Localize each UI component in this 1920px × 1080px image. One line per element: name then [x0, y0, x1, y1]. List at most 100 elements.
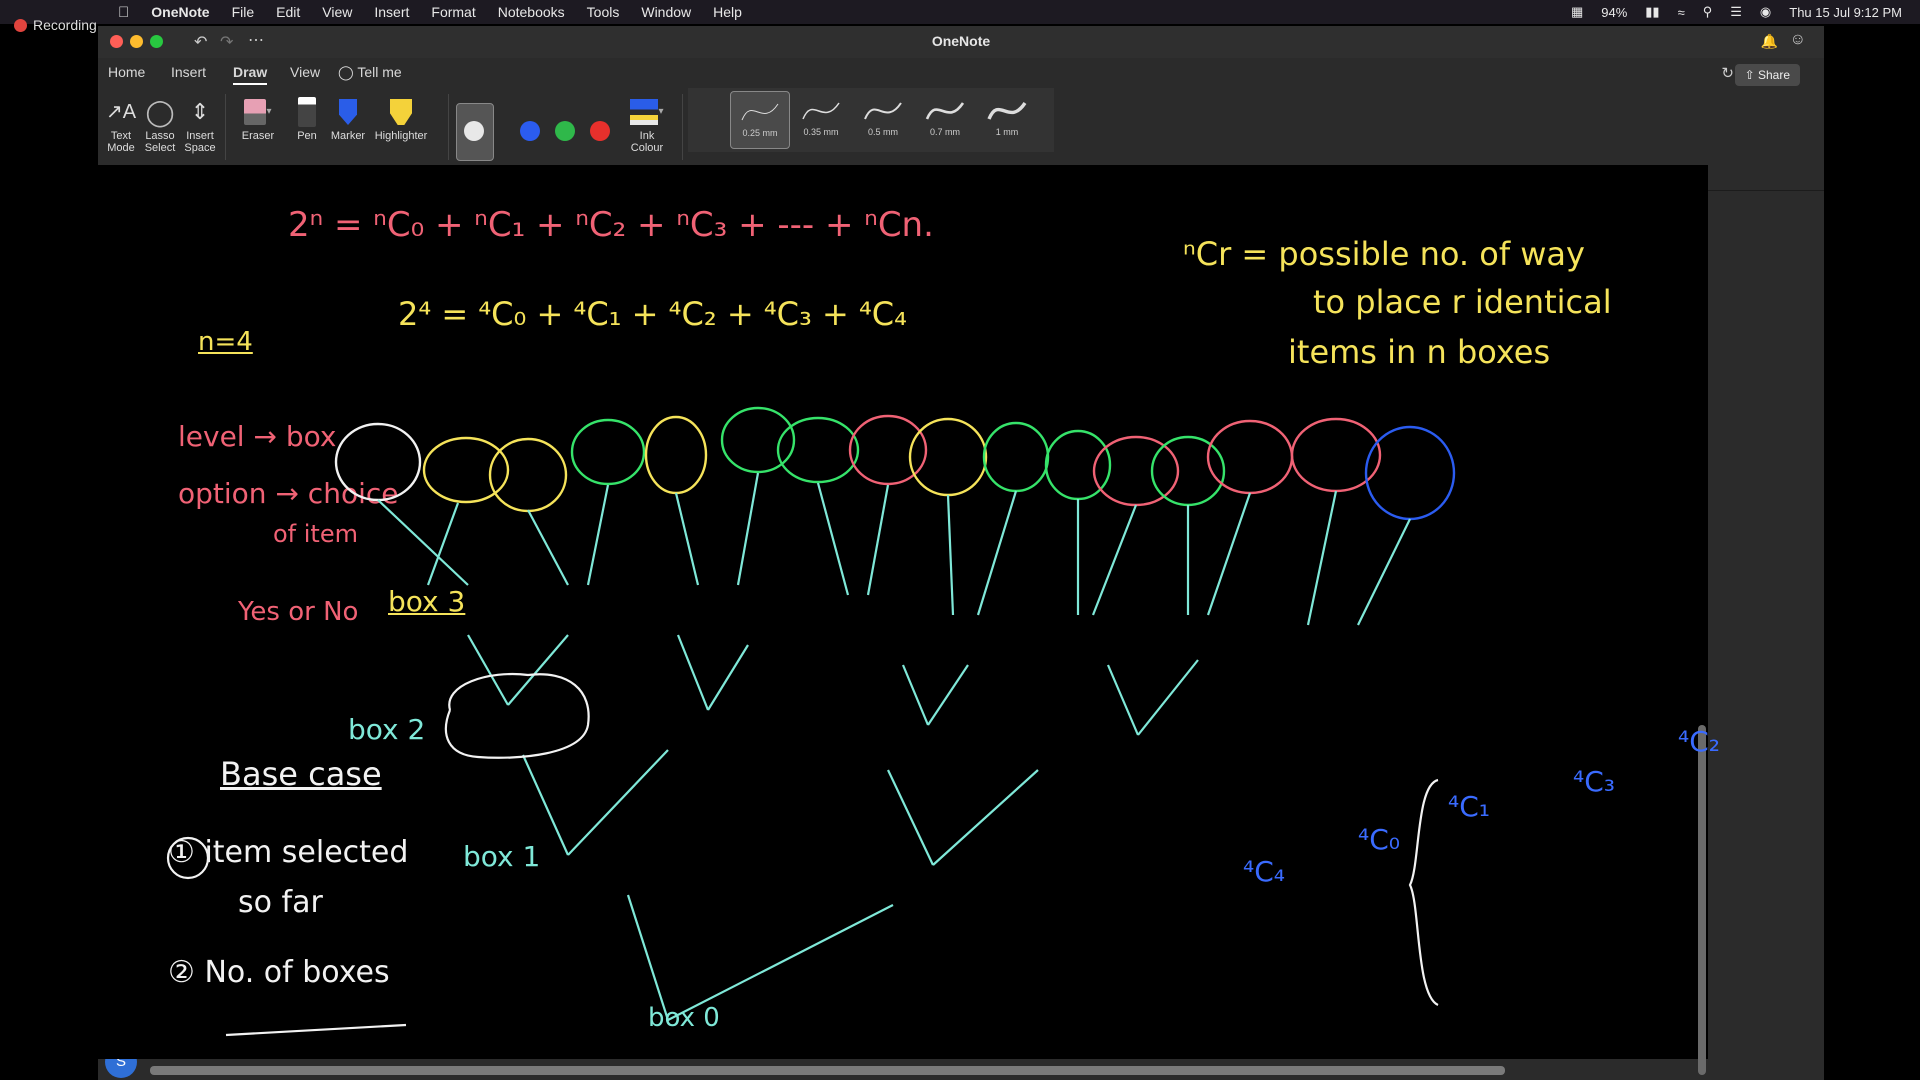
- ink-4c0-label: ⁴C₀: [1358, 823, 1400, 856]
- ink-ellipse: [1290, 417, 1382, 493]
- ink-ellipse: [422, 436, 510, 504]
- horizontal-scrollbar[interactable]: [150, 1066, 1505, 1075]
- ink-ellipse: [1206, 419, 1294, 495]
- page-canvas[interactable]: 2ⁿ = ⁿC₀ + ⁿC₁ + ⁿC₂ + ⁿC₃ + --- + ⁿCn. …: [48, 165, 1720, 1075]
- ink-line: [816, 482, 850, 596]
- ink-box-0: box 0: [648, 1003, 720, 1033]
- ink-ellipse: [488, 437, 568, 513]
- feedback-smiley-icon[interactable]: ☺: [1790, 31, 1806, 49]
- lasso-icon: ◯: [145, 97, 175, 127]
- marker-button[interactable]: Marker: [328, 94, 368, 142]
- tab-view[interactable]: View: [290, 64, 320, 80]
- insert-space-button[interactable]: ⇕ Insert Space: [182, 94, 218, 155]
- notification-bell-icon[interactable]: 🔔: [1761, 33, 1778, 50]
- width-label: 0.35 mm: [803, 127, 839, 137]
- ink-ellipse: [908, 417, 988, 497]
- width-0-25mm[interactable]: 0.25 mm: [730, 91, 790, 149]
- menu-help[interactable]: Help: [713, 4, 742, 20]
- tab-insert[interactable]: Insert: [171, 64, 206, 80]
- ink-colour-label: Ink Colour: [630, 130, 664, 154]
- text-mode-icon: ↗A: [105, 101, 137, 123]
- ink-line: [887, 769, 934, 866]
- search-icon[interactable]: ⚲: [1703, 4, 1713, 20]
- ink-line: [674, 492, 700, 586]
- ink-line: [527, 509, 569, 586]
- tab-tell-me[interactable]: ◯ Tell me: [338, 64, 402, 81]
- accessibility-icon[interactable]: ▦: [1571, 4, 1583, 20]
- ink-ncr-line2: to place r identical: [1313, 283, 1612, 321]
- ink-line: [1137, 659, 1199, 736]
- pen-icon: [289, 94, 325, 130]
- ink-ellipse: [1150, 435, 1226, 507]
- ink-ellipse: [720, 406, 796, 474]
- ink-line: [507, 634, 569, 706]
- ink-line: [586, 484, 610, 586]
- apple-icon[interactable]: : [118, 4, 129, 21]
- clock[interactable]: Thu 15 Jul 9:12 PM: [1789, 5, 1902, 20]
- color-red[interactable]: [590, 121, 610, 141]
- battery-icon[interactable]: ▮▮: [1645, 4, 1659, 20]
- siri-icon[interactable]: ◉: [1760, 4, 1771, 20]
- stroke-width-icon: [864, 102, 902, 120]
- ink-line: [976, 490, 1018, 616]
- ink-ellipse: [848, 414, 928, 486]
- menu-view[interactable]: View: [322, 4, 352, 20]
- color-white[interactable]: [464, 121, 484, 141]
- highlighter-button[interactable]: Highlighter: [370, 94, 432, 142]
- ink-line: [567, 749, 669, 856]
- ink-line: [927, 664, 969, 726]
- ink-no-of-boxes-text: No. of boxes: [204, 955, 390, 990]
- ink-4c3-label: ⁴C₃: [1573, 765, 1615, 798]
- width-0-7mm[interactable]: 0.7 mm: [916, 91, 974, 147]
- highlighter-icon: [370, 94, 432, 130]
- stroke-width-icon: [987, 101, 1027, 120]
- tab-draw[interactable]: Draw: [233, 64, 268, 85]
- ink-line: [377, 499, 469, 586]
- marker-label: Marker: [330, 130, 366, 142]
- tab-home[interactable]: Home: [108, 64, 145, 80]
- ink-colour-button[interactable]: ▾ Ink Colour: [626, 94, 668, 154]
- ink-ncr-line3: items in n boxes: [1288, 333, 1551, 371]
- width-0-5mm[interactable]: 0.5 mm: [854, 91, 912, 147]
- width-0-35mm[interactable]: 0.35 mm: [792, 91, 850, 147]
- ink-circle-1: ①: [168, 835, 195, 870]
- ink-box-1: box 1: [463, 840, 541, 873]
- text-mode-button[interactable]: ↗A Text Mode: [104, 94, 138, 154]
- width-label: 0.5 mm: [867, 127, 898, 137]
- menu-file[interactable]: File: [232, 4, 255, 20]
- recording-indicator[interactable]: Recording: [14, 17, 97, 33]
- wifi-icon[interactable]: ≈: [1678, 5, 1685, 20]
- pen-button[interactable]: Pen: [289, 94, 325, 142]
- tell-me-label: Tell me: [357, 64, 402, 80]
- lightbulb-icon: ◯: [338, 64, 354, 80]
- sync-icon[interactable]: ↻: [1721, 64, 1734, 82]
- width-label: 0.7 mm: [929, 127, 960, 137]
- title-bar: ↶ ↷ ⋯ OneNote 🔔 ☺: [98, 26, 1824, 58]
- color-green[interactable]: [555, 121, 575, 141]
- ink-line: [736, 472, 760, 586]
- color-blue[interactable]: [520, 121, 540, 141]
- ink-line: [1306, 490, 1338, 626]
- ribbon-divider: [225, 94, 226, 160]
- menu-app-name[interactable]: OneNote: [151, 4, 209, 20]
- lasso-select-button[interactable]: ◯ Lasso Select: [142, 94, 178, 154]
- stroke-width-icon: [802, 102, 840, 120]
- ink-4c4-label: ⁴C₄: [1243, 855, 1285, 888]
- marker-icon: [328, 94, 368, 130]
- menu-notebooks[interactable]: Notebooks: [498, 4, 565, 20]
- ink-ellipse: [1364, 425, 1456, 521]
- eraser-button[interactable]: ▾ Eraser: [236, 94, 280, 142]
- ink-line: [901, 664, 930, 726]
- control-center-icon[interactable]: ☰: [1730, 4, 1742, 20]
- width-1mm[interactable]: 1 mm: [978, 91, 1036, 147]
- vertical-scrollbar[interactable]: [1698, 725, 1706, 1075]
- share-button[interactable]: ⇧ Share: [1734, 64, 1800, 86]
- menu-format[interactable]: Format: [431, 4, 475, 20]
- ink-line: [707, 644, 749, 711]
- menu-insert[interactable]: Insert: [374, 4, 409, 20]
- menu-edit[interactable]: Edit: [276, 4, 300, 20]
- ink-box-2: box 2: [348, 713, 426, 746]
- menu-window[interactable]: Window: [641, 4, 691, 20]
- menu-tools[interactable]: Tools: [587, 4, 620, 20]
- ink-line: [946, 494, 955, 616]
